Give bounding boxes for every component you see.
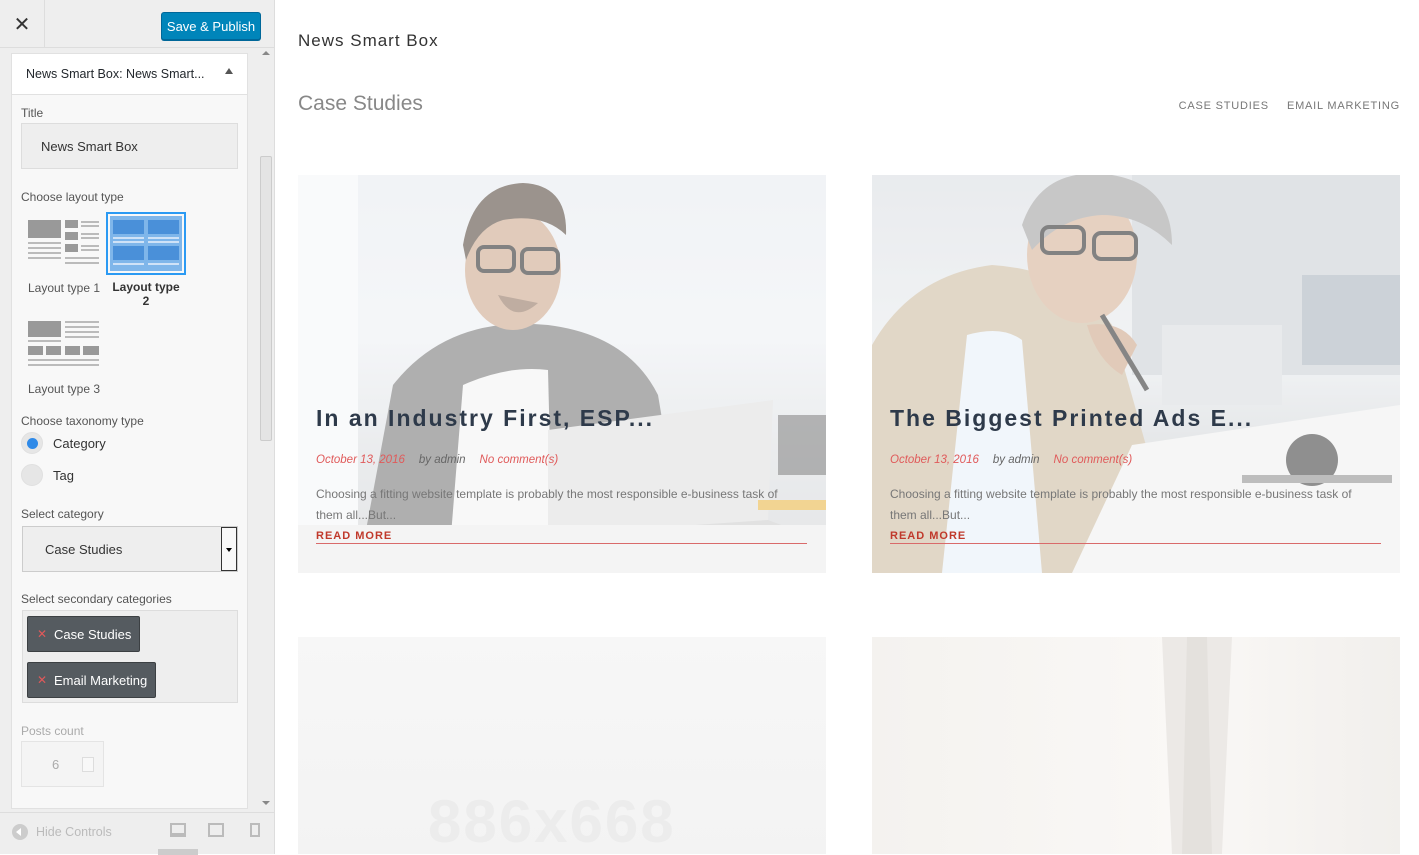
secondary-categories-label: Select secondary categories <box>21 592 172 606</box>
chip-email-marketing[interactable]: ✕ Email Marketing <box>27 662 157 698</box>
layout-type-2-label: Layout type <box>112 280 180 294</box>
scroll-thumb[interactable] <box>260 156 272 441</box>
desktop-preview-icon[interactable] <box>170 823 186 837</box>
post-card-faded[interactable] <box>872 637 1400 854</box>
spinner-icon[interactable] <box>82 757 94 772</box>
post-excerpt: Choosing a fitting website template is p… <box>890 487 1352 522</box>
layout-type-3-icon <box>28 317 100 372</box>
category-radio[interactable] <box>21 432 43 454</box>
tag-radio-label: Tag <box>53 468 74 483</box>
post-meta: October 13, 2016 by admin No comment(s) <box>890 454 1132 466</box>
remove-chip-icon[interactable]: ✕ <box>37 627 47 641</box>
placeholder-dimensions: 886x668 <box>428 788 676 854</box>
remove-chip-icon[interactable]: ✕ <box>37 673 47 687</box>
post-card[interactable]: The Biggest Printed Ads E... October 13,… <box>872 175 1400 573</box>
post-title[interactable]: In an Industry First, ESP... <box>316 405 654 432</box>
site-preview: News Smart Box Case Studies CASE STUDIES… <box>275 0 1419 854</box>
chip-case-studies[interactable]: ✕ Case Studies <box>27 616 141 652</box>
faded-person-image <box>1162 637 1232 854</box>
posts-count-input[interactable]: 6 <box>21 741 104 787</box>
section-title: Case Studies <box>298 92 423 115</box>
widget-panel: News Smart Box: News Smart... Title News… <box>11 53 248 809</box>
taxonomy-type-label: Choose taxonomy type <box>21 414 144 428</box>
layout-type-2-label-suffix: 2 <box>142 294 150 308</box>
post-card[interactable]: In an Industry First, ESP... October 13,… <box>298 175 826 573</box>
category-radio-label: Category <box>53 436 106 451</box>
collapse-caret-icon[interactable] <box>225 68 233 74</box>
category-select[interactable]: Case Studies <box>22 526 238 572</box>
tag-radio[interactable] <box>21 464 43 486</box>
layout-type-3-option[interactable]: Layout type 3 <box>19 317 109 396</box>
hide-controls-button[interactable]: Hide Controls <box>12 824 112 840</box>
collapse-icon <box>12 824 28 840</box>
close-icon[interactable]: ✕ <box>0 0 45 48</box>
hide-controls-label: Hide Controls <box>36 825 112 839</box>
chip-label: Email Marketing <box>54 673 148 688</box>
tablet-preview-icon[interactable] <box>208 823 224 837</box>
read-more-underline <box>890 543 1381 544</box>
footer-scroll-indicator <box>158 849 198 855</box>
tab-email-marketing[interactable]: EMAIL MARKETING <box>1287 100 1400 112</box>
mobile-preview-icon[interactable] <box>250 823 260 837</box>
layout-type-2-icon <box>106 212 186 275</box>
title-input[interactable]: News Smart Box <box>21 123 238 169</box>
layout-type-1-icon <box>28 216 100 271</box>
post-meta: October 13, 2016 by admin No comment(s) <box>316 454 558 466</box>
tab-case-studies[interactable]: CASE STUDIES <box>1179 100 1269 112</box>
save-publish-button[interactable]: Save & Publish <box>161 12 261 40</box>
scroll-down-icon[interactable] <box>262 801 270 805</box>
read-more-underline <box>316 543 807 544</box>
category-tabs: CASE STUDIES EMAIL MARKETING <box>1179 100 1400 112</box>
post-author[interactable]: by admin <box>993 454 1040 466</box>
post-comments[interactable]: No comment(s) <box>480 454 559 466</box>
customizer-footer: Hide Controls <box>0 812 274 855</box>
widget-panel-header[interactable]: News Smart Box: News Smart... <box>12 54 247 95</box>
post-excerpt: Choosing a fitting website template is p… <box>316 487 778 522</box>
post-card-placeholder[interactable]: 886x668 <box>298 637 826 854</box>
customizer-sidebar: ✕ Save & Publish News Smart Box: News Sm… <box>0 0 275 855</box>
customizer-header: ✕ Save & Publish <box>0 0 274 48</box>
posts-count-value: 6 <box>52 757 60 772</box>
post-title[interactable]: The Biggest Printed Ads E... <box>890 405 1253 432</box>
post-comments[interactable]: No comment(s) <box>1054 454 1133 466</box>
layout-type-1-option[interactable]: Layout type 1 <box>19 216 109 295</box>
category-select-value: Case Studies <box>45 542 123 557</box>
read-more-link[interactable]: READ MORE <box>316 530 392 542</box>
read-more-link[interactable]: READ MORE <box>890 530 966 542</box>
dropdown-arrow-icon[interactable] <box>221 527 237 571</box>
scroll-up-icon[interactable] <box>262 51 270 55</box>
post-date[interactable]: October 13, 2016 <box>890 454 979 466</box>
layout-type-2-option[interactable]: Layout type 2 <box>104 212 188 308</box>
post-date[interactable]: October 13, 2016 <box>316 454 405 466</box>
post-author[interactable]: by admin <box>419 454 466 466</box>
panel-title: News Smart Box: <box>26 67 123 81</box>
chip-label: Case Studies <box>54 627 132 642</box>
secondary-categories-field[interactable]: ✕ Case Studies ✕ Email Marketing <box>22 610 238 703</box>
layout-type-1-label: Layout type 1 <box>27 281 101 295</box>
select-category-label: Select category <box>21 507 104 521</box>
posts-count-label: Posts count <box>21 724 84 738</box>
layout-type-label: Choose layout type <box>21 190 124 204</box>
sidebar-scrollbar[interactable] <box>258 48 274 812</box>
layout-type-3-label: Layout type 3 <box>27 382 101 396</box>
title-label: Title <box>21 106 44 120</box>
panel-subtitle: News Smart... <box>126 67 205 81</box>
widget-title: News Smart Box <box>298 31 439 50</box>
